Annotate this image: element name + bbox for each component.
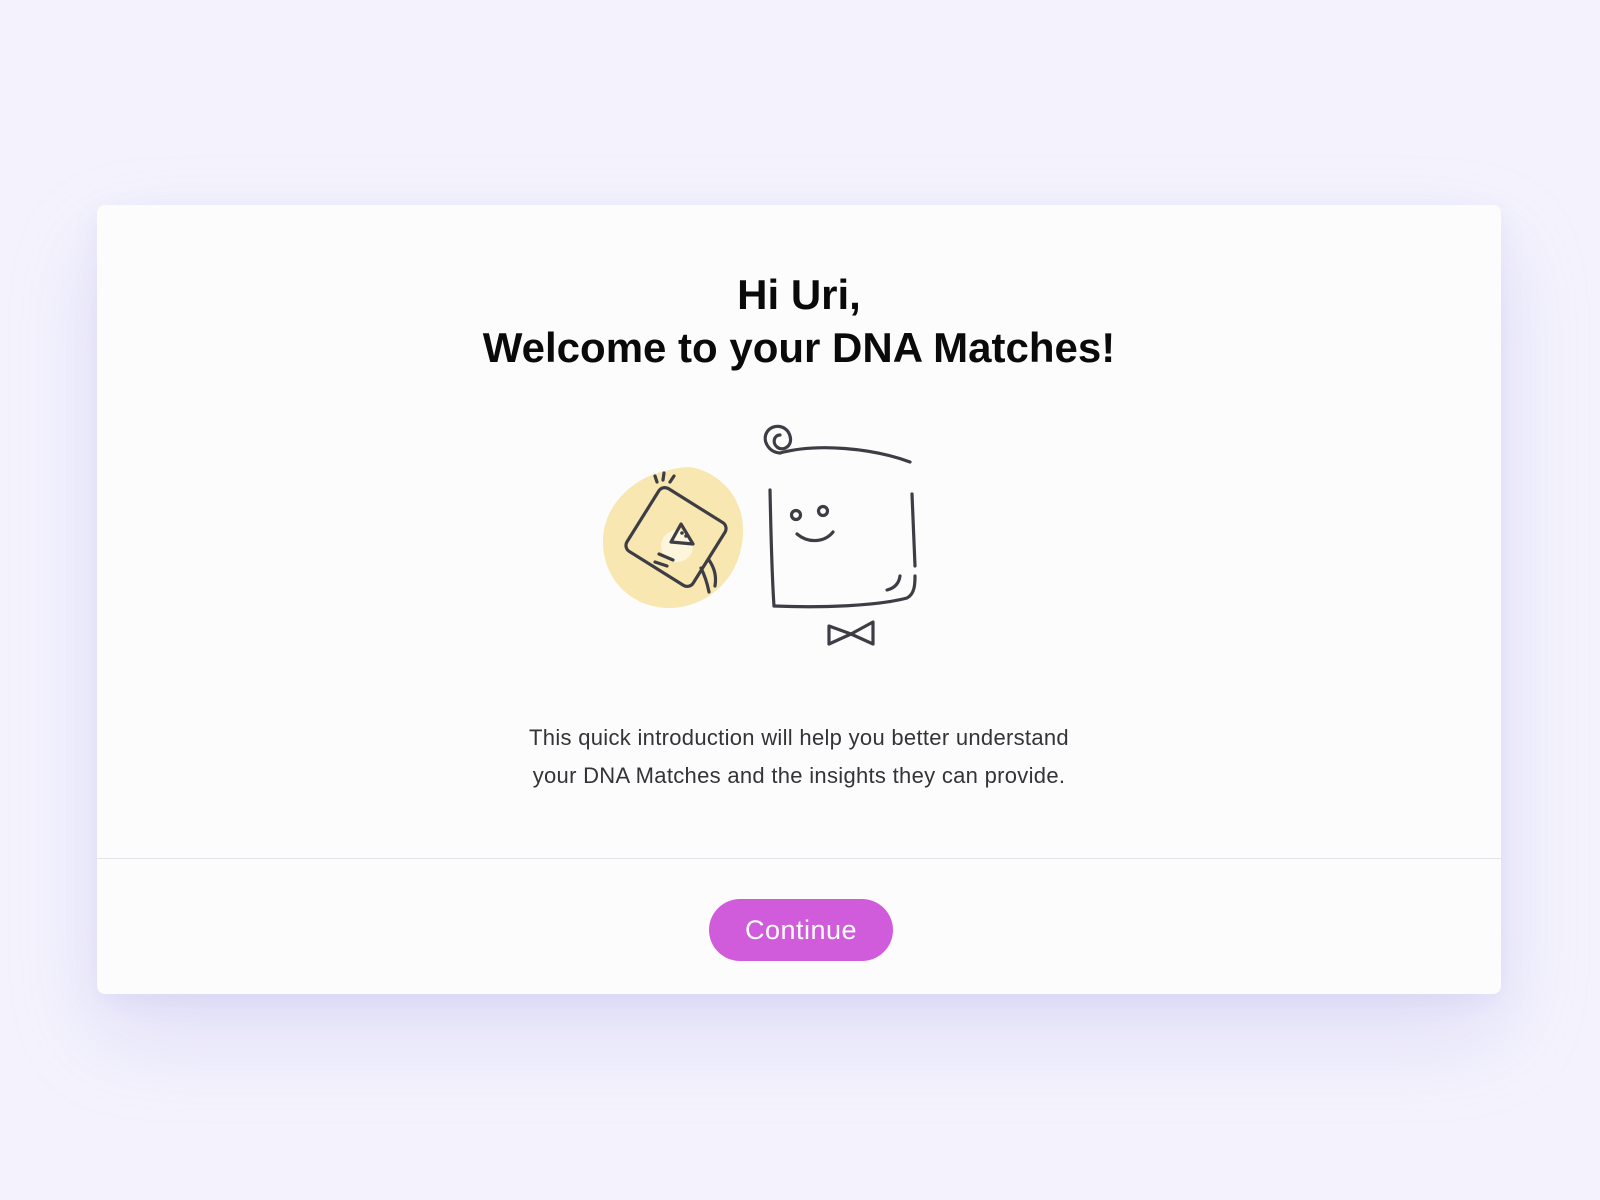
intro-paragraph: This quick introduction will help you be…: [97, 719, 1501, 795]
continue-button[interactable]: Continue: [709, 899, 893, 961]
mascot-character-icon: [763, 424, 917, 646]
modal-body: Hi Uri, Welcome to your DNA Matches! Thi…: [97, 205, 1501, 859]
intro-line-1: This quick introduction will help you be…: [529, 725, 1069, 750]
headline-text: Welcome to your DNA Matches!: [482, 324, 1116, 371]
dna-kit-box-icon: [602, 467, 743, 608]
welcome-illustration: [602, 424, 917, 646]
intro-line-2: your DNA Matches and the insights they c…: [532, 763, 1066, 788]
greeting-text: Hi Uri,: [737, 271, 861, 318]
welcome-heading: Hi Uri, Welcome to your DNA Matches!: [97, 268, 1501, 374]
welcome-modal: Hi Uri, Welcome to your DNA Matches! Thi…: [97, 205, 1501, 994]
modal-footer: Continue: [97, 859, 1501, 994]
